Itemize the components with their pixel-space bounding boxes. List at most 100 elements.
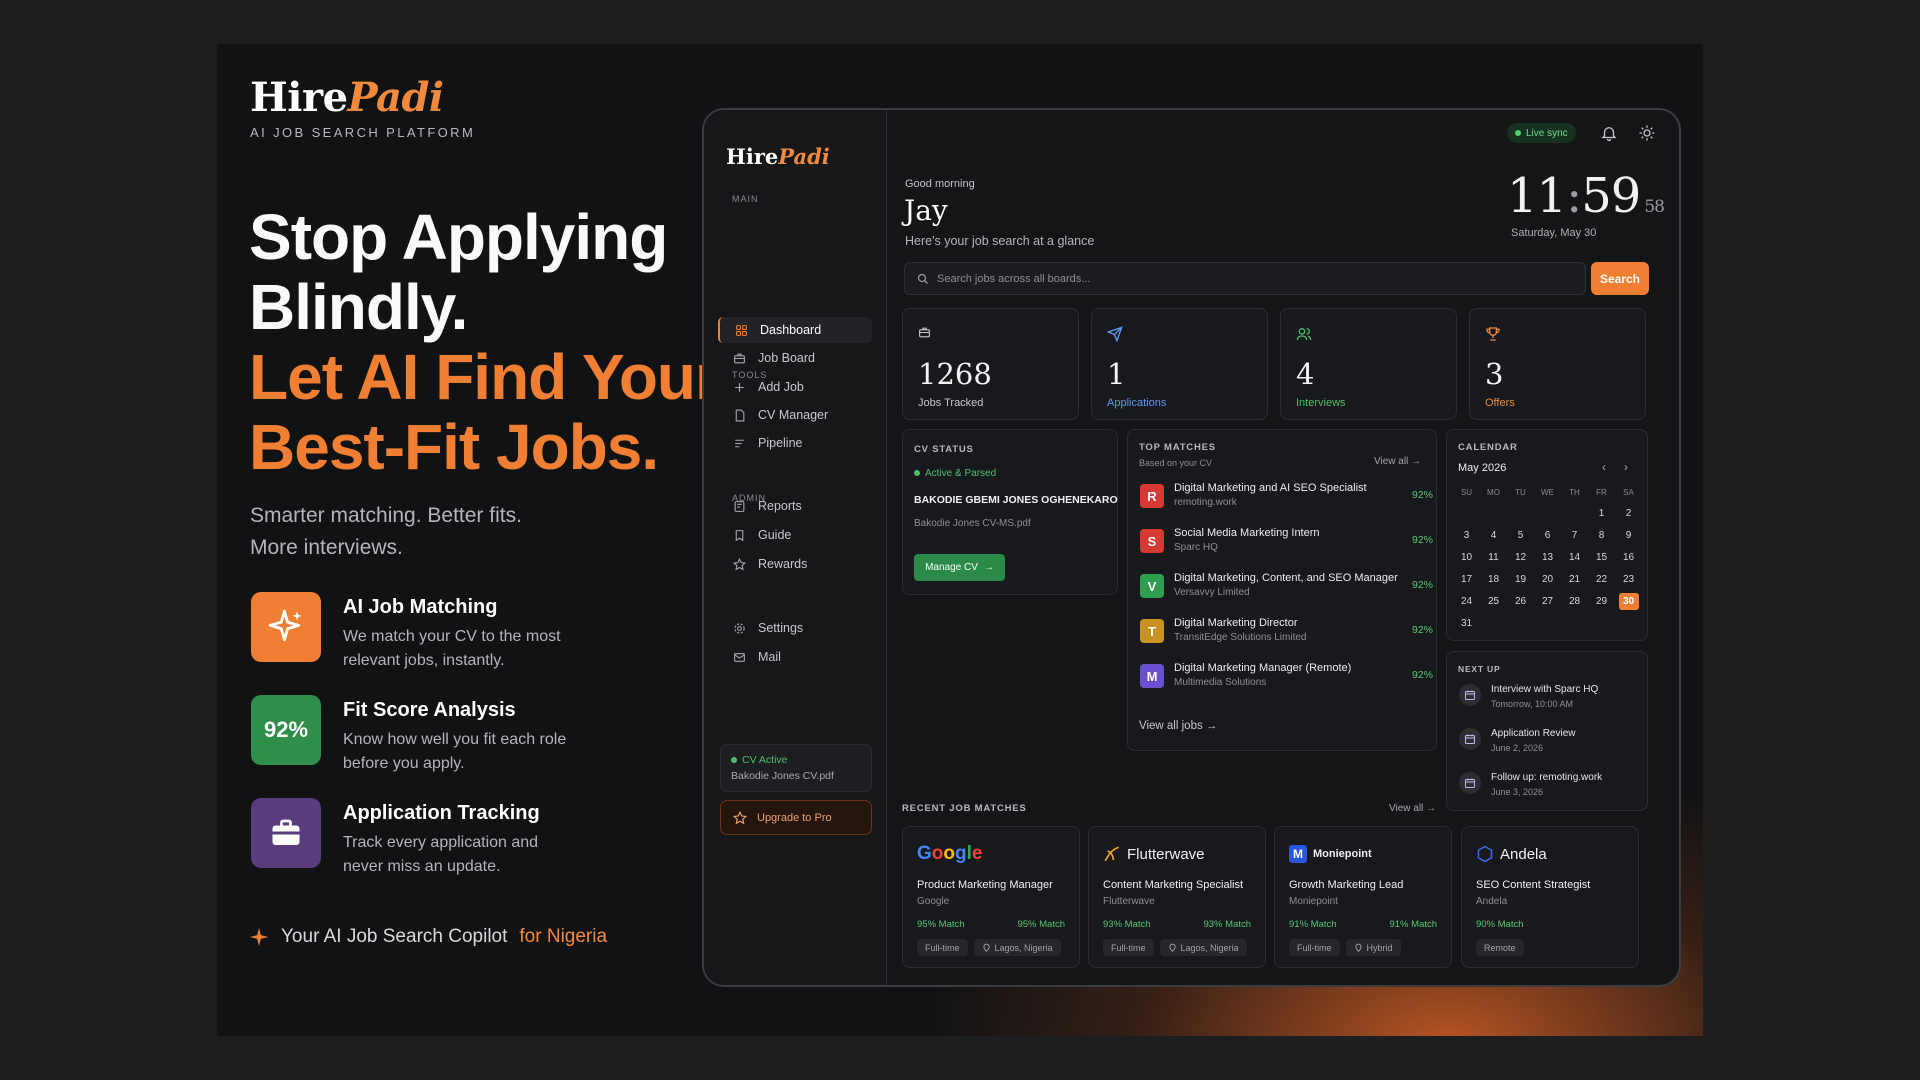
briefcase-icon: [918, 326, 934, 342]
view-all-matches-link[interactable]: View all →: [1374, 456, 1421, 467]
calendar-day[interactable]: 9: [1615, 524, 1642, 546]
app-logo[interactable]: HirePadi: [726, 144, 830, 169]
main-panel: Live sync Good morning Jay Here's your j…: [887, 110, 1679, 985]
calendar-day[interactable]: 11: [1480, 546, 1507, 568]
job-company: Google: [917, 896, 950, 907]
chevron-left-icon[interactable]: ‹: [1602, 460, 1606, 474]
match-title: Digital Marketing Manager (Remote): [1174, 662, 1352, 674]
nav-item-rewards[interactable]: Rewards: [718, 551, 872, 577]
recent-job-card[interactable]: M Moniepoint Growth Marketing Lead Moniepoi…: [1274, 826, 1452, 968]
stat-card[interactable]: 1 Applications: [1091, 308, 1268, 420]
search-input[interactable]: Search jobs across all boards...: [904, 262, 1586, 295]
calendar-day[interactable]: 26: [1507, 590, 1534, 612]
calendar-day[interactable]: 27: [1534, 590, 1561, 612]
calendar-day[interactable]: 24: [1453, 590, 1480, 612]
calendar-day[interactable]: 1: [1588, 502, 1615, 524]
calendar-grid: SU MO TU WE TH FR SA 1 2 3 4 5 6 7 8 9 10 11 12 13 14 15 16 17 1…: [1453, 482, 1642, 634]
calendar-day[interactable]: 15: [1588, 546, 1615, 568]
mail-icon: [732, 650, 746, 664]
cv-active-box[interactable]: CV Active Bakodie Jones CV.pdf: [720, 744, 872, 792]
match-item[interactable]: M Digital Marketing Manager (Remote) Multi…: [1140, 662, 1433, 696]
sparkle-icon: [251, 592, 321, 662]
match-item[interactable]: T Digital Marketing Director TransitEdge S…: [1140, 617, 1433, 651]
nav-item-guide[interactable]: Guide: [718, 522, 872, 548]
match-item[interactable]: V Digital Marketing, Content, and SEO Man…: [1140, 572, 1433, 606]
nav-item-settings[interactable]: Settings: [718, 615, 872, 641]
feature-title: AI Job Matching: [343, 596, 498, 618]
match-item[interactable]: S Social Media Marketing Intern Sparc HQ 92…: [1140, 527, 1433, 561]
sparkle-icon: [249, 927, 269, 947]
calendar-day[interactable]: 8: [1588, 524, 1615, 546]
match-score-secondary: 95% Match: [1017, 919, 1065, 930]
recent-job-card[interactable]: Google Product Marketing Manager Google 95%…: [902, 826, 1080, 968]
calendar-day[interactable]: 6: [1534, 524, 1561, 546]
calendar-day[interactable]: 30: [1615, 590, 1642, 612]
calendar-day[interactable]: 21: [1561, 568, 1588, 590]
calendar-icon: [1459, 728, 1481, 750]
stat-card[interactable]: 4 Interviews: [1280, 308, 1457, 420]
calendar-day[interactable]: 7: [1561, 524, 1588, 546]
calendar-day[interactable]: 5: [1507, 524, 1534, 546]
calendar-day[interactable]: 17: [1453, 568, 1480, 590]
event-title: Application Review: [1491, 728, 1576, 739]
nav-item-pipeline[interactable]: Pipeline: [718, 430, 872, 456]
event-item[interactable]: Interview with Sparc HQ Tomorrow, 10:00 A…: [1459, 684, 1598, 709]
weekday-label: TU: [1515, 487, 1526, 497]
calendar-day[interactable]: 16: [1615, 546, 1642, 568]
calendar-day[interactable]: 19: [1507, 568, 1534, 590]
match-score: 92%: [1412, 579, 1434, 591]
calendar-day[interactable]: 2: [1615, 502, 1642, 524]
app-window: HirePadi MAIN Dashboard Job Board Add Job C…: [702, 108, 1681, 987]
view-all-recent-link[interactable]: View all →: [1389, 803, 1436, 814]
manage-cv-button[interactable]: Manage CV →: [914, 554, 1005, 581]
calendar-day[interactable]: 31: [1453, 612, 1480, 634]
upgrade-button[interactable]: Upgrade to Pro: [720, 800, 872, 835]
calendar-day[interactable]: 23: [1615, 568, 1642, 590]
calendar-day[interactable]: 22: [1588, 568, 1615, 590]
location-icon: [1168, 943, 1176, 952]
recent-job-card[interactable]: Andela SEO Content Strategist Andela 90% Ma…: [1461, 826, 1639, 968]
calendar-day[interactable]: 10: [1453, 546, 1480, 568]
stat-value: 1268: [918, 357, 992, 391]
showcase-frame: HirePadi AI JOB SEARCH PLATFORM Stop App…: [217, 44, 1703, 1036]
feature-title: Application Tracking: [343, 802, 540, 824]
sun-icon[interactable]: [1638, 124, 1656, 142]
nav-item-job-board[interactable]: Job Board: [718, 345, 872, 371]
calendar-day[interactable]: 29: [1588, 590, 1615, 612]
nav-item-cv-manager[interactable]: CV Manager: [718, 402, 872, 428]
event-item[interactable]: Application Review June 2, 2026: [1459, 728, 1576, 753]
calendar-day[interactable]: 18: [1480, 568, 1507, 590]
job-type-chip: Full-time: [1289, 939, 1340, 956]
job-role: SEO Content Strategist: [1476, 879, 1591, 891]
job-role: Growth Marketing Lead: [1289, 879, 1404, 891]
location-chip: Hybrid: [1345, 939, 1401, 956]
match-score: 92%: [1412, 534, 1434, 546]
calendar-day[interactable]: 14: [1561, 546, 1588, 568]
calendar-day[interactable]: 12: [1507, 546, 1534, 568]
weekday-label: TH: [1569, 487, 1580, 497]
stat-card[interactable]: 1268 Jobs Tracked: [902, 308, 1079, 420]
calendar-day[interactable]: 20: [1534, 568, 1561, 590]
brand-logo: HirePadi: [250, 74, 444, 121]
recent-job-card[interactable]: Flutterwave Content Marketing Specialist F…: [1088, 826, 1266, 968]
stat-value: 3: [1485, 357, 1504, 391]
feature-desc: Know how well you fit each role before yo…: [343, 731, 567, 772]
calendar-day[interactable]: 25: [1480, 590, 1507, 612]
arrow-right-icon: →: [983, 562, 994, 573]
bell-icon[interactable]: [1600, 124, 1618, 142]
chevron-right-icon[interactable]: ›: [1624, 460, 1628, 474]
calendar-day[interactable]: 3: [1453, 524, 1480, 546]
event-item[interactable]: Follow up: remoting.work June 3, 2026: [1459, 772, 1602, 797]
match-item[interactable]: R Digital Marketing and AI SEO Specialist…: [1140, 482, 1433, 516]
view-all-jobs-link[interactable]: View all jobs →: [1139, 720, 1217, 732]
brand: HirePadi AI JOB SEARCH PLATFORM: [250, 74, 475, 140]
nav-item-dashboard[interactable]: Dashboard: [718, 317, 872, 343]
calendar-day[interactable]: 4: [1480, 524, 1507, 546]
calendar-day[interactable]: 13: [1534, 546, 1561, 568]
calendar-month: May 2026: [1458, 462, 1507, 474]
match-title: Digital Marketing, Content, and SEO Mana…: [1174, 572, 1398, 584]
search-button[interactable]: Search: [1591, 262, 1649, 295]
stat-card[interactable]: 3 Offers: [1469, 308, 1646, 420]
calendar-day[interactable]: 28: [1561, 590, 1588, 612]
nav-item-mail[interactable]: Mail: [718, 644, 872, 670]
